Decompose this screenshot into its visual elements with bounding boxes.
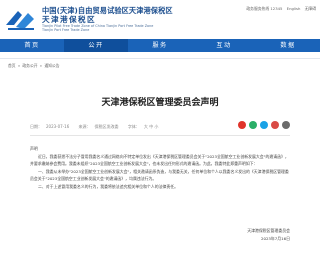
article-salute: 声明 — [30, 146, 38, 151]
article-date: 2023-07-16 — [46, 124, 70, 129]
breadcrumb-home[interactable]: 首页 — [8, 63, 16, 68]
site-header: 中国(天津)自由贸易试验区天津港保税区 天津港保税区 Tianjin Pilot… — [0, 0, 320, 39]
article-signature: 天津港保税区管理委员会 2023年7月16日 — [247, 227, 290, 243]
article-paragraph: 二、对于上述冒用我委名义的行为，我委将依法追究相关单位和个人的法律责任。 — [38, 183, 179, 189]
article-body: 声明 近日，我委获悉不法分子冒用我委名义通过网络向不特定单位发出《天津港保税区管… — [30, 145, 290, 190]
article-source: 保税区发改委 — [94, 124, 119, 129]
breadcrumb-public[interactable]: 政务公开 — [22, 63, 37, 68]
sign-date: 2023年7月16日 — [261, 236, 290, 241]
logo-icon[interactable] — [4, 5, 38, 33]
nav-home[interactable]: 首页 — [0, 39, 64, 52]
nav-public[interactable]: 公开 — [64, 39, 128, 52]
accessibility-link[interactable]: 无障碍 — [305, 6, 316, 11]
weibo-icon[interactable] — [238, 121, 246, 129]
article-paragraph: 一、我委从未举办"2023全国航空工业创新发展大会"，相关邀请函系伪造，与我委无… — [30, 168, 289, 181]
site-title-en: Tianjin Pilot Free Trade Zone of China T… — [42, 24, 154, 33]
main-nav: 首页 公开 服务 互动 数据 — [0, 39, 320, 52]
share-bar — [238, 121, 290, 129]
nav-interact[interactable]: 互动 — [192, 39, 256, 52]
print-icon[interactable] — [282, 121, 290, 129]
font-size-switch[interactable]: 大 中 小 — [144, 124, 159, 129]
hotline-link[interactable]: 政务服务热线 12345 — [246, 6, 282, 11]
breadcrumb: 首页 » 政务公开 » 通知公告 — [8, 63, 60, 68]
article-meta: 日期： 2023-07-16 来源： 保税区发改委 字体：大 中 小 — [30, 124, 159, 129]
qzone-icon[interactable] — [271, 121, 279, 129]
divider — [30, 135, 290, 136]
english-link[interactable]: English — [287, 6, 301, 11]
page-title: 天津港保税区管理委员会声明 — [101, 98, 219, 108]
top-links: 政务服务热线 12345 English 无障碍 — [243, 6, 316, 12]
nav-data[interactable]: 数据 — [256, 39, 320, 52]
nav-service[interactable]: 服务 — [128, 39, 192, 52]
sub-nav-bar — [0, 52, 320, 59]
article-paragraph: 近日，我委获悉不法分子冒用我委名义通过网络向不特定单位发出《天津港保税区管理委员… — [30, 153, 289, 166]
qq-icon[interactable] — [260, 121, 268, 129]
breadcrumb-notice[interactable]: 通知公告 — [44, 63, 59, 68]
sign-org: 天津港保税区管理委员会 — [247, 228, 290, 233]
wechat-icon[interactable] — [249, 121, 257, 129]
